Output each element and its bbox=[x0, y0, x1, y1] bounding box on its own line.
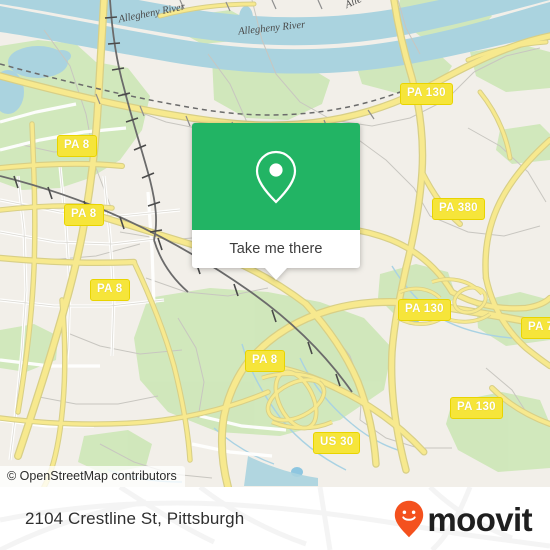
map-canvas[interactable]: Allegheny River Allegheny River Alle PA … bbox=[0, 0, 550, 487]
road-shield-pa-8[interactable]: PA 8 bbox=[90, 279, 130, 301]
road-shield-pa-380[interactable]: PA 380 bbox=[432, 198, 485, 220]
moovit-pin-smiley-icon bbox=[395, 500, 424, 537]
osm-attribution[interactable]: © OpenStreetMap contributors bbox=[0, 466, 185, 487]
moovit-wordmark: moovit bbox=[427, 501, 532, 538]
road-shield-pa-8[interactable]: PA 8 bbox=[64, 204, 104, 226]
location-popup-card[interactable]: Take me there bbox=[192, 123, 360, 280]
road-shield-pa-130[interactable]: PA 130 bbox=[398, 299, 451, 321]
popup-pointer-tip bbox=[265, 268, 287, 280]
popup-icon-area bbox=[192, 123, 360, 230]
road-shield-pa-130[interactable]: PA 130 bbox=[400, 83, 453, 105]
road-shield-pa-8[interactable]: PA 8 bbox=[245, 350, 285, 372]
address-label: 2104 Crestline St, Pittsburgh bbox=[25, 508, 245, 528]
road-shield-us-30[interactable]: US 30 bbox=[313, 432, 361, 454]
map-pin-icon bbox=[255, 150, 297, 204]
moovit-logo[interactable]: moovit bbox=[394, 500, 533, 538]
road-shield-pa-130[interactable]: PA 130 bbox=[450, 397, 503, 419]
map-screenshot-root: Allegheny River Allegheny River Alle PA … bbox=[0, 0, 550, 550]
road-shield-pa-7[interactable]: PA 7 bbox=[521, 317, 550, 339]
take-me-there-button[interactable]: Take me there bbox=[192, 230, 360, 268]
road-shield-pa-8[interactable]: PA 8 bbox=[57, 135, 97, 157]
take-me-there-label: Take me there bbox=[229, 241, 323, 257]
footer-bar: 2104 Crestline St, Pittsburgh moovit bbox=[0, 487, 550, 550]
